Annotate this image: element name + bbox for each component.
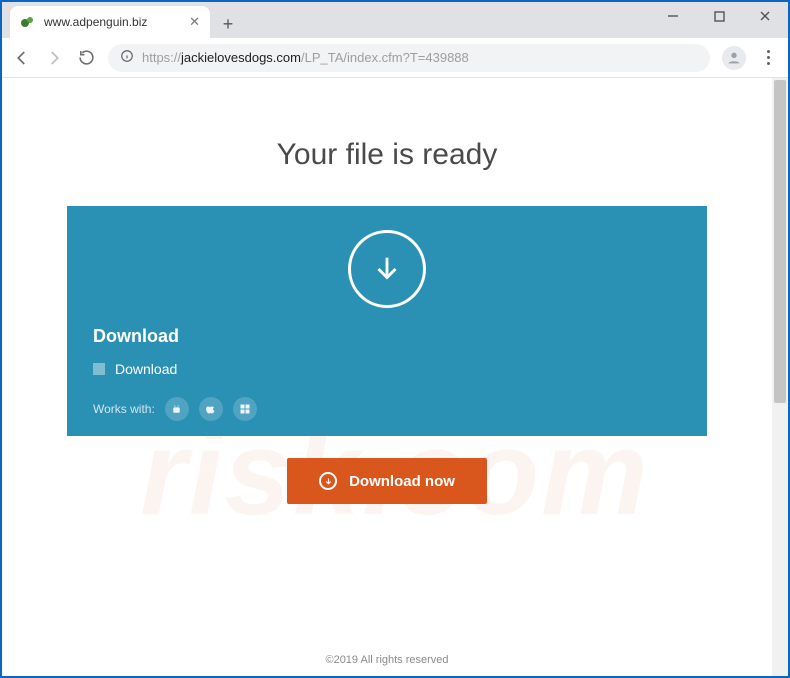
omnibox[interactable]: https://jackielovesdogs.com/LP_TA/index.… [108,44,710,72]
download-circle-icon [348,230,426,308]
profile-avatar-button[interactable] [722,46,746,70]
reload-button[interactable] [76,48,96,68]
back-button[interactable] [12,48,32,68]
page-footer: ©2019 All rights reserved [2,654,772,666]
tab-close-icon[interactable]: ✕ [189,14,200,30]
tab-title: www.adpenguin.biz [44,15,147,29]
download-card: Download Download Works with: [67,206,707,436]
checkbox-label: Download [115,361,177,377]
checkbox-icon[interactable] [93,363,105,375]
browser-window: www.adpenguin.biz ✕ + https://jackielove… [0,0,790,678]
card-checkbox-row[interactable]: Download [93,361,681,377]
works-with-label: Works with: [93,402,155,416]
window-controls [650,2,788,30]
minimize-button[interactable] [650,2,696,30]
site-info-icon[interactable] [120,49,134,66]
android-icon [165,397,189,421]
download-now-label: Download now [349,473,455,490]
url-text: https://jackielovesdogs.com/LP_TA/index.… [142,50,469,65]
forward-button[interactable] [44,48,64,68]
browser-tab[interactable]: www.adpenguin.biz ✕ [10,6,210,38]
works-with-row: Works with: [93,397,681,421]
vertical-scrollbar[interactable] [772,78,788,676]
address-bar: https://jackielovesdogs.com/LP_TA/index.… [2,38,788,78]
favicon-icon [20,14,36,30]
scrollbar-thumb[interactable] [774,80,786,403]
apple-icon [199,397,223,421]
download-now-button[interactable]: Download now [287,458,487,504]
page-title: Your file is ready [277,138,498,172]
new-tab-button[interactable]: + [214,10,242,38]
page-viewport: PCrisk.com Your file is ready Download D… [2,78,788,676]
maximize-button[interactable] [696,2,742,30]
download-arrow-icon [319,472,337,490]
card-title: Download [93,326,681,347]
windows-icon [233,397,257,421]
browser-menu-button[interactable] [758,50,778,65]
page-content: Your file is ready Download Download Wor… [2,78,772,676]
window-close-button[interactable] [742,2,788,30]
